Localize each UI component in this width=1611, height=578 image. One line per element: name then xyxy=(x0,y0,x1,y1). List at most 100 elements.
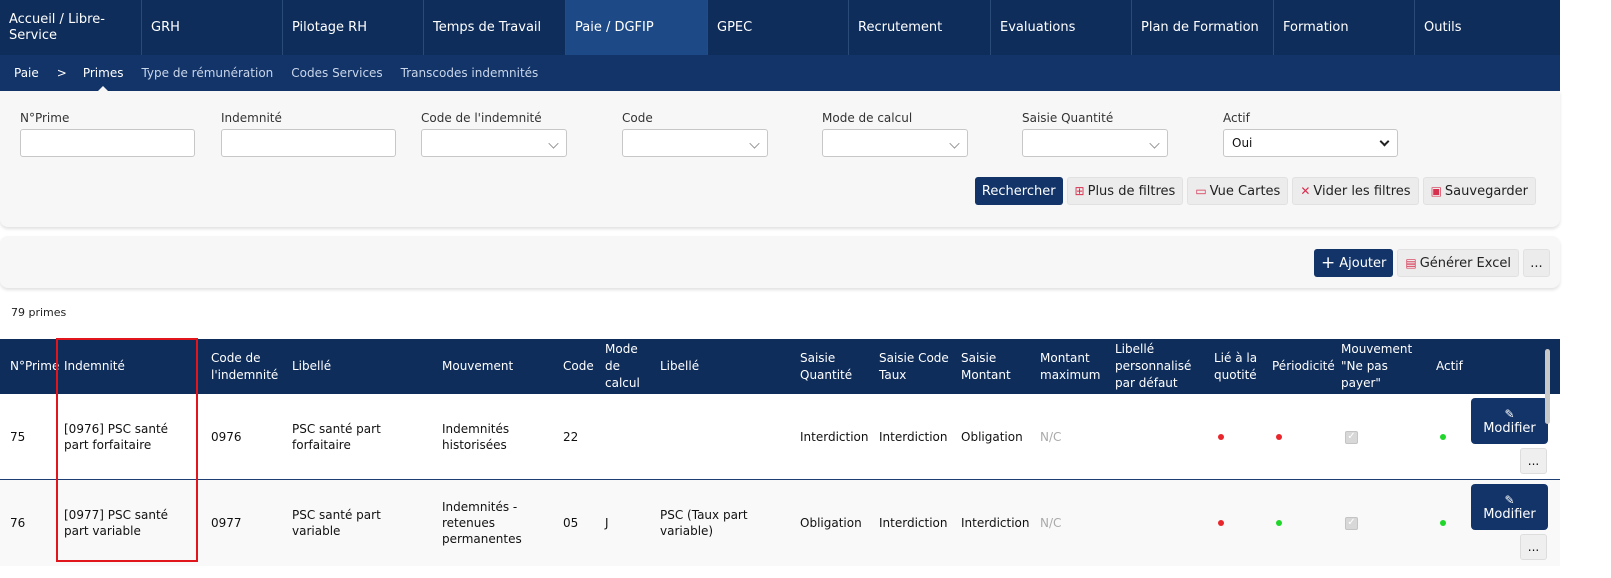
nav-plan-de-formation[interactable]: Plan de Formation xyxy=(1132,0,1274,55)
cell-libelle-2 xyxy=(660,394,770,480)
filter-actif: Actif Oui xyxy=(1223,111,1398,157)
nav-paie-dgfip[interactable]: Paie / DGFIP xyxy=(566,0,708,55)
save-icon: ▣ xyxy=(1430,184,1442,198)
col-mode-calcul[interactable]: Mode de calcul xyxy=(605,339,647,394)
button-label: Générer Excel xyxy=(1419,255,1511,271)
cell-periodicite xyxy=(1276,394,1282,480)
col-saisie-montant[interactable]: Saisie Montant xyxy=(961,339,1021,394)
breadcrumb-paie[interactable]: Paie xyxy=(14,66,39,80)
nav-pilotage-rh[interactable]: Pilotage RH xyxy=(283,0,424,55)
cell-mouvement: Indemnités historisées xyxy=(442,422,510,452)
col-saisie-quantite[interactable]: Saisie Quantité xyxy=(800,339,860,394)
button-label: Modifier xyxy=(1483,506,1536,522)
generate-excel-button[interactable]: ▤ Générer Excel xyxy=(1397,249,1519,277)
col-libelle-2[interactable]: Libellé xyxy=(660,339,699,394)
nav-label: Formation xyxy=(1283,19,1349,35)
col-actif[interactable]: Actif xyxy=(1436,339,1463,394)
tab-codes-services[interactable]: Codes Services xyxy=(291,66,382,80)
modify-button[interactable]: ✎ Modifier xyxy=(1471,398,1548,444)
cell-libelle: PSC santé part variable xyxy=(292,508,381,538)
more-filters-button[interactable]: ⊞ Plus de filtres xyxy=(1066,177,1184,205)
save-button[interactable]: ▣ Sauvegarder xyxy=(1422,177,1536,205)
nav-gpec[interactable]: GPEC xyxy=(708,0,849,55)
more-actions-button[interactable]: ... xyxy=(1523,249,1550,277)
nav-outils[interactable]: Outils xyxy=(1415,0,1560,55)
cell-lie-quotite xyxy=(1218,480,1224,566)
col-code[interactable]: Code xyxy=(563,339,594,394)
button-label: Ajouter xyxy=(1339,255,1387,271)
tab-primes[interactable]: Primes xyxy=(83,66,123,92)
filter-panel: N°Prime Indemnité Code de l'indemnité Co… xyxy=(0,91,1560,227)
nav-formation[interactable]: Formation xyxy=(1274,0,1415,55)
table-header: N°Prime Indemnité Code de l'indemnité Li… xyxy=(0,339,1560,394)
col-code-indemnite[interactable]: Code de l'indemnité xyxy=(211,339,281,394)
table-scrollbar[interactable] xyxy=(1545,349,1550,424)
cell-code: 05 xyxy=(563,516,579,530)
button-label: Modifier xyxy=(1483,420,1536,436)
filter-indemnite: Indemnité xyxy=(221,111,396,157)
nav-label: GRH xyxy=(151,19,180,35)
table-icon: ▤ xyxy=(1405,256,1417,270)
status-dot-green xyxy=(1276,520,1282,526)
nav-label: Accueil / Libre-Service xyxy=(9,11,105,43)
tab-transcodes-indemnites[interactable]: Transcodes indemnités xyxy=(401,66,539,80)
col-libelle[interactable]: Libellé xyxy=(292,339,331,394)
saisie-quantite-select[interactable] xyxy=(1022,129,1168,157)
card-view-button[interactable]: ▭ Vue Cartes xyxy=(1187,177,1289,205)
search-button[interactable]: Rechercher xyxy=(974,177,1063,205)
cell-mode-calcul: J xyxy=(605,516,609,530)
cell-indemnite: [0976] PSC santé part forfaitaire xyxy=(64,422,169,452)
cell-mouvement: Indemnités - retenues permanentes xyxy=(442,500,522,546)
nav-grh[interactable]: GRH xyxy=(142,0,283,55)
status-dot-green xyxy=(1440,520,1446,526)
filter-label: Code de l'indemnité xyxy=(421,111,542,125)
actif-select[interactable]: Oui xyxy=(1223,129,1398,157)
col-libelle-personnalise[interactable]: Libellé personnalisé par défaut xyxy=(1115,339,1195,394)
modify-button[interactable]: ✎ Modifier xyxy=(1471,484,1548,530)
nav-label: Plan de Formation xyxy=(1141,19,1259,35)
row-more-button[interactable]: ... xyxy=(1520,448,1547,474)
nav-evaluations[interactable]: Evaluations xyxy=(991,0,1132,55)
filter-label: Saisie Quantité xyxy=(1022,111,1114,125)
col-montant-maximum[interactable]: Montant maximum xyxy=(1040,339,1105,394)
clear-filters-button[interactable]: ✕ Vider les filtres xyxy=(1292,177,1419,205)
filter-mode-calcul: Mode de calcul xyxy=(822,111,968,157)
cell-lie-quotite xyxy=(1218,394,1224,480)
add-button[interactable]: + Ajouter xyxy=(1313,249,1394,277)
status-dot-red xyxy=(1276,434,1282,440)
checkbox-checked-disabled: ✓ xyxy=(1345,516,1358,530)
checkbox-checked-disabled: ✓ xyxy=(1345,430,1358,444)
cell-saisie-quantite: Interdiction xyxy=(800,430,869,444)
table-row[interactable]: 75 [0976] PSC santé part forfaitaire 097… xyxy=(0,394,1560,480)
col-indemnite[interactable]: Indemnité xyxy=(64,339,125,394)
nav-accueil[interactable]: Accueil / Libre-Service xyxy=(0,0,142,55)
cell-num-prime: 75 xyxy=(10,430,26,444)
nav-recrutement[interactable]: Recrutement xyxy=(849,0,991,55)
code-indemnite-select[interactable] xyxy=(421,129,567,157)
indemnite-input[interactable] xyxy=(221,129,396,157)
cell-saisie-code-taux: Interdiction xyxy=(879,516,948,530)
main-nav: Accueil / Libre-Service GRH Pilotage RH … xyxy=(0,0,1560,55)
col-num-prime[interactable]: N°Prime xyxy=(10,339,59,394)
col-lie-quotite[interactable]: Lié à la quotité xyxy=(1214,339,1264,394)
col-mouvement[interactable]: Mouvement xyxy=(442,339,513,394)
nav-temps-de-travail[interactable]: Temps de Travail xyxy=(424,0,566,55)
button-label: Plus de filtres xyxy=(1087,183,1176,199)
nav-label: Recrutement xyxy=(858,19,943,35)
tab-type-remuneration[interactable]: Type de rémunération xyxy=(141,66,273,80)
num-prime-input[interactable] xyxy=(20,129,195,157)
cell-saisie-quantite: Obligation xyxy=(800,516,862,530)
table-row[interactable]: 76 [0977] PSC santé part variable 0977 P… xyxy=(0,480,1560,566)
filter-label: Actif xyxy=(1223,111,1250,125)
cell-indemnite: [0977] PSC santé part variable xyxy=(64,508,169,538)
row-more-button[interactable]: ... xyxy=(1520,534,1547,560)
close-icon: ✕ xyxy=(1300,184,1311,198)
col-mouvement-ne-pas-payer[interactable]: Mouvement "Ne pas payer" xyxy=(1341,339,1431,394)
code-select[interactable] xyxy=(622,129,768,157)
plus-icon: + xyxy=(1320,253,1336,273)
action-buttons: + Ajouter ▤ Générer Excel ... xyxy=(1313,249,1550,277)
card-icon: ▭ xyxy=(1195,184,1207,198)
mode-calcul-select[interactable] xyxy=(822,129,968,157)
col-periodicite[interactable]: Périodicité xyxy=(1272,339,1335,394)
col-saisie-code-taux[interactable]: Saisie Code Taux xyxy=(879,339,954,394)
